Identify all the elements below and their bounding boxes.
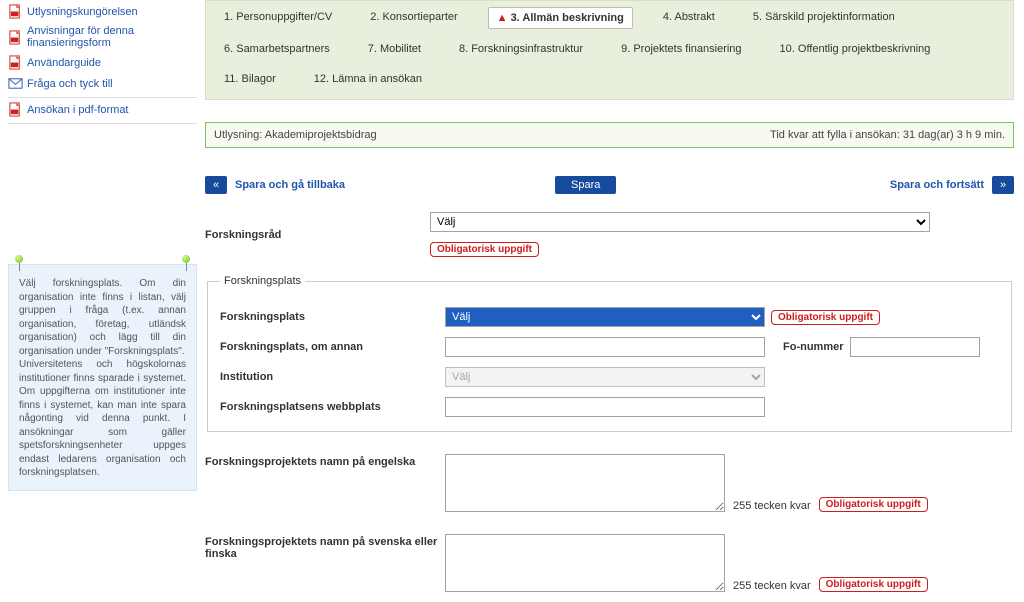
- help-text: Välj forskningsplats. Om din organisatio…: [19, 278, 186, 478]
- sidebar-link-feedback[interactable]: Fråga och tyck till: [8, 76, 197, 91]
- tab-lamna-in-ansokan[interactable]: 12. Lämna in ansökan: [306, 69, 430, 89]
- sidebar-separator: [8, 97, 197, 98]
- char-count-en: 255 tecken kvar: [733, 500, 811, 512]
- fo-number-input: [850, 337, 980, 357]
- pin-icon: [15, 255, 23, 269]
- sidebar: Utlysningskungörelsen Anvisningar för de…: [0, 0, 205, 602]
- sidebar-link-label: Utlysningskungörelsen: [27, 6, 138, 18]
- tab-konsortieparter[interactable]: 2. Konsortieparter: [362, 7, 465, 29]
- pdf-icon: [8, 55, 23, 70]
- prev-button[interactable]: «: [205, 176, 227, 194]
- tab-mobilitet[interactable]: 7. Mobilitet: [360, 39, 429, 59]
- required-badge: Obligatorisk uppgift: [430, 242, 539, 257]
- research-place-fieldset: Forskningsplats Forskningsplats Välj Obl…: [207, 275, 1012, 432]
- tab-sarskild-projektinformation[interactable]: 5. Särskild projektinformation: [745, 7, 903, 29]
- save-forward-link[interactable]: Spara och fortsätt: [890, 179, 984, 191]
- sidebar-link-announcement[interactable]: Utlysningskungörelsen: [8, 4, 197, 19]
- pdf-icon: [8, 4, 23, 19]
- warning-icon: ▲: [497, 12, 508, 24]
- tab-personuppgifter[interactable]: 1. Personuppgifter/CV: [216, 7, 340, 29]
- required-badge: Obligatorisk uppgift: [819, 577, 928, 592]
- pdf-icon: [8, 30, 23, 45]
- save-button[interactable]: Spara: [555, 176, 616, 194]
- pdf-icon: [8, 102, 23, 117]
- project-name-en-textarea[interactable]: [445, 454, 725, 512]
- research-place-label: Forskningsplats: [220, 311, 445, 323]
- tab-projektets-finansiering[interactable]: 9. Projektets finansiering: [613, 39, 749, 59]
- research-place-select[interactable]: Välj: [445, 307, 765, 327]
- sidebar-link-label: Fråga och tyck till: [27, 78, 113, 90]
- notice-right: Tid kvar att fylla i ansökan: 31 dag(ar)…: [770, 129, 1005, 141]
- sidebar-link-label: Anvisningar för denna finansieringsform: [27, 25, 197, 49]
- fo-number-label: Fo-nummer: [783, 341, 844, 353]
- research-place-legend: Forskningsplats: [220, 275, 305, 287]
- main-content: 1. Personuppgifter/CV 2. Konsortieparter…: [205, 0, 1024, 602]
- project-name-sv-textarea[interactable]: [445, 534, 725, 592]
- research-council-select[interactable]: Välj: [430, 212, 930, 232]
- mail-icon: [8, 76, 23, 91]
- next-button[interactable]: »: [992, 176, 1014, 194]
- tab-forskningsinfrastruktur[interactable]: 8. Forskningsinfrastruktur: [451, 39, 591, 59]
- tab-bar: 1. Personuppgifter/CV 2. Konsortieparter…: [205, 0, 1014, 100]
- tab-samarbetspartners[interactable]: 6. Samarbetspartners: [216, 39, 338, 59]
- help-note: Välj forskningsplats. Om din organisatio…: [8, 264, 197, 491]
- tab-bilagor[interactable]: 11. Bilagor: [216, 69, 284, 89]
- institution-select: Välj: [445, 367, 765, 387]
- save-back-link[interactable]: Spara och gå tillbaka: [235, 179, 345, 191]
- sidebar-link-label: Användarguide: [27, 57, 101, 69]
- research-council-label: Forskningsråd: [205, 229, 430, 241]
- char-count-sv: 255 tecken kvar: [733, 580, 811, 592]
- sidebar-link-pdf-application[interactable]: Ansökan i pdf-format: [8, 102, 197, 117]
- sidebar-link-label: Ansökan i pdf-format: [27, 104, 129, 116]
- tab-offentlig-projektbeskrivning[interactable]: 10. Offentlig projektbeskrivning: [772, 39, 939, 59]
- institution-label: Institution: [220, 371, 445, 383]
- project-name-sv-label: Forskningsprojektets namn på svenska ell…: [205, 534, 445, 560]
- research-place-website-input[interactable]: [445, 397, 765, 417]
- notice-bar: Utlysning: Akademiprojektsbidrag Tid kva…: [205, 122, 1014, 148]
- pin-icon: [182, 255, 190, 269]
- sidebar-separator: [8, 123, 197, 124]
- research-place-other-label: Forskningsplats, om annan: [220, 341, 445, 353]
- tab-allman-beskrivning[interactable]: ▲3. Allmän beskrivning: [488, 7, 633, 29]
- project-name-en-label: Forskningsprojektets namn på engelska: [205, 454, 445, 468]
- notice-left: Utlysning: Akademiprojektsbidrag: [214, 129, 377, 141]
- research-place-other-input: [445, 337, 765, 357]
- required-badge: Obligatorisk uppgift: [819, 497, 928, 512]
- sidebar-link-instructions[interactable]: Anvisningar för denna finansieringsform: [8, 25, 197, 49]
- sidebar-link-userguide[interactable]: Användarguide: [8, 55, 197, 70]
- tab-abstrakt[interactable]: 4. Abstrakt: [655, 7, 723, 29]
- required-badge: Obligatorisk uppgift: [771, 310, 880, 325]
- research-place-website-label: Forskningsplatsens webbplats: [220, 401, 445, 413]
